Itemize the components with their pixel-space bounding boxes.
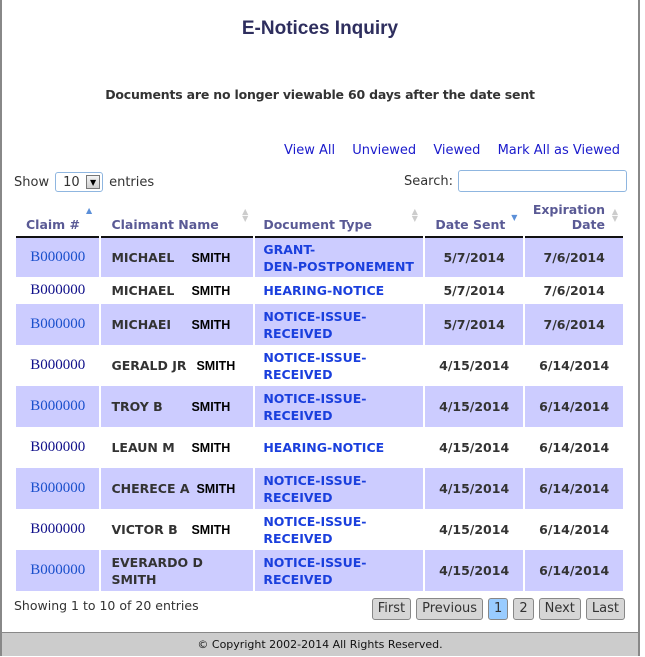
unviewed-link[interactable]: Unviewed [352, 143, 416, 158]
date-sent: 4/15/2014 [424, 468, 524, 509]
column-header-expiration-date[interactable]: Expiration Date ▲ ▼ [525, 198, 623, 238]
sort-both-icon: ▲ ▼ [411, 207, 418, 223]
claim-number[interactable]: B000000 [16, 550, 100, 591]
date-sent: 5/7/2014 [424, 238, 524, 277]
table-row[interactable]: B000000 VICTOR B SMITH NOTICE-ISSUE- RECEI… [16, 509, 623, 550]
entries-label: entries [109, 174, 155, 190]
search-label: Search: [403, 173, 453, 189]
claim-number[interactable]: B000000 [16, 509, 100, 550]
previous-page-button[interactable]: Previous [416, 598, 484, 620]
claim-number[interactable]: B000000 [16, 468, 100, 509]
sort-both-icon: ▲ ▼ [242, 207, 249, 223]
date-sent: 4/15/2014 [424, 345, 524, 386]
retention-notice: Documents are no longer viewable 60 days… [105, 87, 535, 102]
date-sent: 4/15/2014 [424, 386, 524, 427]
claimant-name: CHERECE A SMITH [101, 468, 254, 509]
page-title: E-Notices Inquiry [241, 18, 399, 39]
document-type-link[interactable]: NOTICE-ISSUE- RECEIVED [255, 468, 423, 509]
claimant-name: TROY B SMITH [101, 386, 254, 427]
filter-links: View All Unviewed Viewed Mark All as Vie… [271, 143, 620, 158]
expiration-date: 7/6/2014 [525, 277, 623, 304]
table-row[interactable]: B000000 MICHAEI SMITH NOTICE-ISSUE- RECEIV… [16, 304, 623, 345]
date-sent: 4/15/2014 [424, 550, 524, 591]
document-type-link[interactable]: NOTICE-ISSUE- RECEIVED [255, 550, 423, 591]
claimant-name: MICHAEI SMITH [101, 304, 254, 345]
sort-descending-icon: ▼ [511, 213, 518, 222]
page-length-control: Show 10 ▼ entries [14, 172, 154, 192]
claimant-name: GERALD JR SMITH [101, 345, 254, 386]
table-row[interactable]: B000000 GERALD JR SMITH NOTICE-ISSUE- RECE… [16, 345, 623, 386]
sort-both-icon: ▲ ▼ [611, 207, 618, 223]
next-page-button[interactable]: Next [538, 598, 581, 620]
date-sent: 5/7/2014 [424, 304, 524, 345]
dropdown-arrow-icon[interactable]: ▼ [86, 175, 101, 189]
document-type-link[interactable]: GRANT- DEN-POSTPONEMENT [255, 238, 423, 277]
claim-number[interactable]: B000000 [16, 277, 100, 304]
claimant-name: MICHAEL SMITH [101, 238, 254, 277]
document-type-link[interactable]: NOTICE-ISSUE- RECEIVED [255, 386, 423, 427]
claim-number[interactable]: B000000 [16, 427, 100, 468]
expiration-date: 6/14/2014 [525, 386, 623, 427]
claimant-name: VICTOR B SMITH [101, 509, 254, 550]
table-row[interactable]: B000000 TROY B SMITH NOTICE-ISSUE- RECEIVE… [16, 386, 623, 427]
expiration-date: 6/14/2014 [525, 427, 623, 468]
expiration-date: 6/14/2014 [525, 509, 623, 550]
copyright-footer: © Copyright 2002-2014 All Rights Reserve… [0, 632, 640, 656]
table-row[interactable]: B000000 MICHAEL SMITH HEARING-NOTICE 5/7/… [16, 277, 623, 304]
column-header-claim[interactable]: Claim # ▲ [16, 198, 100, 238]
show-label: Show [14, 174, 50, 190]
document-type-link[interactable]: NOTICE-ISSUE- RECEIVED [255, 304, 423, 345]
document-type-link[interactable]: HEARING-NOTICE [255, 277, 423, 304]
document-type-link[interactable]: NOTICE-ISSUE- RECEIVED [255, 345, 423, 386]
claimant-name: LEAUN M SMITH [101, 427, 254, 468]
page-1-button[interactable]: 1 [488, 598, 509, 620]
claim-number[interactable]: B000000 [16, 386, 100, 427]
table-row[interactable]: B000000 EVERARDO D SMITH NOTICE-ISSUE- REC… [16, 550, 623, 591]
mark-all-viewed-link[interactable]: Mark All as Viewed [498, 143, 620, 158]
column-header-date-sent[interactable]: Date Sent ▼ [424, 198, 524, 238]
document-type-link[interactable]: NOTICE-ISSUE- RECEIVED [255, 509, 423, 550]
expiration-date: 6/14/2014 [525, 468, 623, 509]
search-control: Search: [404, 170, 627, 192]
page-length-value: 10 [63, 174, 80, 190]
table-header-row: Claim # ▲ Claimant Name ▲ ▼ Document Type… [16, 198, 623, 238]
claim-number[interactable]: B000000 [16, 345, 100, 386]
page-length-select[interactable]: 10 ▼ [55, 172, 104, 192]
claim-number[interactable]: B000000 [16, 304, 100, 345]
date-sent: 4/15/2014 [424, 509, 524, 550]
expiration-date: 7/6/2014 [525, 304, 623, 345]
date-sent: 4/15/2014 [424, 427, 524, 468]
table-row[interactable]: B000000 LEAUN M SMITH HEARING-NOTICE 4/15… [16, 427, 623, 468]
date-sent: 5/7/2014 [424, 277, 524, 304]
first-page-button[interactable]: First [371, 598, 412, 620]
claim-number[interactable]: B000000 [16, 238, 100, 277]
column-header-claimant-name[interactable]: Claimant Name ▲ ▼ [101, 198, 254, 238]
column-header-document-type[interactable]: Document Type ▲ ▼ [255, 198, 423, 238]
viewed-link[interactable]: Viewed [433, 143, 480, 158]
pagination: First Previous 1 2 Next Last [371, 598, 625, 620]
last-page-button[interactable]: Last [585, 598, 625, 620]
expiration-date: 6/14/2014 [525, 550, 623, 591]
notices-table: Claim # ▲ Claimant Name ▲ ▼ Document Type… [14, 198, 625, 591]
document-type-link[interactable]: HEARING-NOTICE [255, 427, 423, 468]
table-row[interactable]: B000000 CHERECE A SMITH NOTICE-ISSUE- RECE… [16, 468, 623, 509]
table-row[interactable]: B000000 MICHAEL SMITH GRANT- DEN-POSTPONEM… [16, 238, 623, 277]
claimant-name: MICHAEL SMITH [101, 277, 254, 304]
sort-ascending-icon: ▲ [86, 206, 93, 215]
view-all-link[interactable]: View All [284, 143, 335, 158]
claimant-name: EVERARDO D SMITH [101, 550, 254, 591]
expiration-date: 7/6/2014 [525, 238, 623, 277]
page-2-button[interactable]: 2 [513, 598, 534, 620]
table-info: Showing 1 to 10 of 20 entries [14, 598, 199, 613]
expiration-date: 6/14/2014 [525, 345, 623, 386]
search-input[interactable] [458, 170, 627, 192]
